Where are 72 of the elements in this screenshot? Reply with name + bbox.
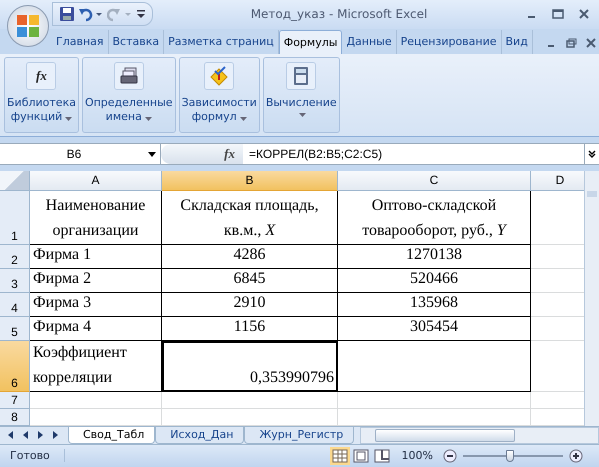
sheet-tab[interactable]: Исход_Дан [155,426,244,444]
row-header[interactable]: 8 [0,408,30,426]
ribbon-group-button[interactable]: Вычисление [262,57,340,134]
row-header[interactable]: 1 [0,190,30,245]
horizontal-scrollbar[interactable] [360,426,599,444]
ribbon-group-button[interactable]: Определенные имена [82,57,176,134]
zoom-in-icon[interactable] [569,448,583,463]
sheet-nav-icon[interactable] [6,430,15,440]
table-cell: 4286 [162,244,338,269]
warning-check-icon [209,66,230,86]
sheet-nav-icon[interactable] [36,430,45,440]
table-cell: 520466 [338,268,531,293]
sheet-nav-icon[interactable] [51,430,60,440]
sheet-tab[interactable]: Журн_Регистр [244,426,354,444]
table-cell: 6845 [162,268,338,293]
zoom-out-icon[interactable] [443,448,457,463]
table-cell: Оптово-складской товарооборот, руб., Y [338,190,531,245]
table-cell: Фирма 2 [30,268,162,293]
table-cell: Фирма 4 [30,316,162,341]
table-cell: Фирма 3 [30,292,162,317]
logo-icon [14,12,42,40]
row-header[interactable]: 4 [0,292,30,317]
office-button[interactable] [7,5,49,47]
window-title: Метод_указ - Microsoft Excel [250,7,428,22]
caret-icon [65,116,72,121]
active-cell[interactable]: 0,353990796 [162,340,338,392]
table-cell: 305454 [338,316,531,341]
sheet-tab[interactable]: Свод_Табл [68,426,156,444]
zoom-level[interactable]: 100% [398,449,437,462]
row-header[interactable]: 6 [0,340,30,392]
vertical-scrollbar[interactable] [584,170,599,426]
insert-function-button[interactable]: fx [224,146,243,162]
caret-icon [240,116,247,121]
column-header[interactable]: D [531,170,584,191]
table-cell: Коэффициент корреляции [30,340,162,392]
ribbon-tab[interactable]: Формулы [278,30,342,54]
table-cell: 135968 [338,292,531,317]
column-header[interactable]: C [338,170,531,191]
calculator-icon [293,66,310,86]
undo-icon[interactable] [78,6,104,22]
row-header[interactable]: 2 [0,244,30,269]
page-break-icon[interactable] [372,446,392,465]
ribbon-group-button[interactable]: Зависимости формул [178,57,260,134]
close-icon[interactable] [584,37,597,50]
table-cell: Фирма 1 [30,244,162,269]
function-icon: fx [36,68,47,84]
column-header[interactable]: A [30,170,162,191]
table-cell: Наименование организации [30,190,162,245]
formula-field[interactable]: =КОРРЕЛ(B2:B5;C2:C5) [243,144,584,164]
caret-icon [144,116,152,121]
column-header[interactable]: B [162,170,338,191]
table-cell: 1270138 [338,244,531,269]
table-cell: Складская площадь, кв.м., X [162,190,338,245]
page-layout-icon[interactable] [350,446,371,465]
maximize-icon[interactable] [551,7,565,22]
normal-view-icon[interactable] [330,446,350,465]
save-icon[interactable] [59,6,75,22]
table-cell: 2910 [162,292,338,317]
table-cell: 1156 [162,316,338,341]
caret-icon [299,113,306,118]
names-icon [118,67,139,86]
row-header[interactable]: 3 [0,268,30,293]
row-header[interactable]: 5 [0,316,30,341]
row-header[interactable]: 7 [0,392,30,409]
close-icon[interactable] [577,7,591,22]
chevron-icon [588,150,596,158]
zoom-slider-thumb[interactable] [506,450,514,462]
status-text: Готово [0,449,65,462]
name-box[interactable]: B6 [0,144,161,164]
sheet-nav-icon[interactable] [21,430,30,440]
ribbon-group-button[interactable]: fx Библиотека функций [4,57,79,134]
restore-icon[interactable] [564,37,577,50]
